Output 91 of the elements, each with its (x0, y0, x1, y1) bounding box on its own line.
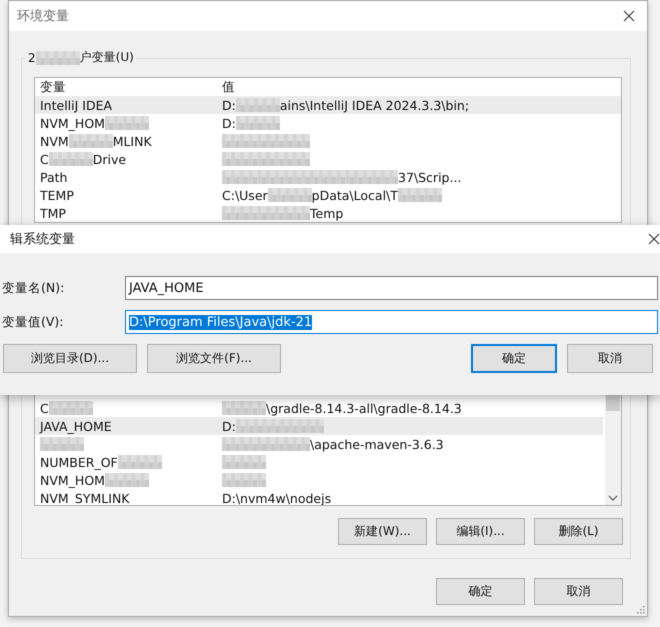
table-cell: D: (222, 116, 236, 130)
button[interactable]: 取消 (534, 578, 623, 605)
dialog-title: 辑系统变量 (10, 231, 75, 248)
pixelated-patch (266, 134, 310, 148)
pixelated-patch (118, 455, 162, 469)
resize-grip-icon[interactable] (637, 606, 645, 614)
table-row[interactable]: NVM_HOM D: (35, 114, 621, 132)
group-title: 户变量(U) (80, 49, 134, 66)
group-title: 2 (28, 50, 36, 64)
button[interactable]: 确定 (471, 344, 557, 373)
button[interactable]: 编辑(I)... (436, 518, 525, 545)
pixelated-patch (236, 116, 280, 130)
pixelated-patch (40, 437, 84, 451)
table-cell: pData\Local\T (312, 188, 398, 202)
table-row[interactable]: Path 37\Scrip... (35, 168, 621, 186)
table-cell: MLINK (112, 134, 152, 148)
table-cell: C (40, 400, 49, 416)
table-row[interactable]: JAVA_HOME D: (35, 417, 603, 435)
pixelated-patch (68, 134, 113, 148)
field-label: 变量值(V): (2, 314, 65, 330)
table-cell: NVM_HOM (40, 472, 105, 488)
window-title: 环境变量 (17, 8, 69, 25)
pixelated-patch (266, 170, 310, 184)
pixelated-patch (280, 419, 324, 433)
pixelated-patch (36, 50, 80, 64)
pixelated-patch (222, 401, 266, 415)
table-cell: D:\nvm4w\nodejs (222, 490, 332, 505)
table-row[interactable]: TEMP C:\User pData\Local\T (35, 186, 621, 204)
table-cell: Drive (92, 152, 126, 166)
table-cell: C (40, 152, 49, 166)
button[interactable]: 删除(L) (534, 518, 623, 545)
table-cell: Temp (310, 206, 344, 220)
pixelated-patch (310, 170, 354, 184)
column-header[interactable]: 值 (222, 78, 235, 96)
button[interactable]: 确定 (436, 578, 525, 605)
button[interactable]: 浏览文件(F)... (147, 344, 281, 373)
pixelated-patch (266, 437, 310, 451)
table-cell: \gradle-8.14.3-all\gradle-8.14.3 (266, 400, 462, 416)
table-cell: C:\User (222, 188, 268, 202)
table-row[interactable]: NUMBER_OF (35, 453, 603, 471)
pixelated-patch (222, 134, 266, 148)
table-cell: NVM_SYMLINK (40, 490, 130, 505)
pixelated-patch (222, 170, 266, 184)
table-row[interactable]: NVM_SYMLINK D:\nvm4w\nodejs (35, 489, 603, 505)
field-label: 变量名(N): (2, 280, 66, 296)
table-row[interactable]: TMP Temp (35, 204, 621, 222)
table-row[interactable]: IntelliJ IDEA D: ains\IntelliJ IDEA 2024.3.3\bin; (35, 96, 621, 114)
table-cell: Path (40, 170, 68, 184)
table-cell: NUMBER_OF (40, 454, 118, 470)
pixelated-patch (236, 98, 280, 112)
table-row[interactable]: \apache-maven-3.6.3 (35, 435, 603, 453)
pixelated-patch (268, 188, 312, 202)
pixelated-patch (48, 401, 93, 415)
pixelated-patch (222, 152, 266, 166)
button[interactable]: 取消 (567, 344, 653, 373)
table-cell: D: (222, 98, 236, 112)
table-cell: IntelliJ IDEA (40, 98, 112, 112)
pixelated-patch (222, 206, 266, 220)
table-cell: D: (222, 418, 236, 434)
pixelated-patch (48, 152, 93, 166)
pixelated-patch (266, 206, 310, 220)
table-row[interactable]: NVM MLINK (35, 132, 621, 150)
input-field[interactable]: JAVA_HOME (125, 276, 658, 300)
pixelated-patch (222, 455, 266, 469)
pixelated-patch (104, 116, 149, 130)
input-field[interactable]: D:\Program Files\Java\jdk-21 (125, 310, 658, 334)
pixelated-patch (398, 188, 442, 202)
button[interactable]: 新建(W)... (338, 518, 427, 545)
pixelated-patch (266, 152, 310, 166)
table-row[interactable]: NVM_HOM (35, 471, 603, 489)
table-cell: 37\Scrip... (398, 170, 462, 184)
pixelated-patch (236, 419, 280, 433)
close-icon[interactable] (648, 233, 660, 245)
table-cell: JAVA_HOME (40, 418, 112, 434)
pixelated-patch (222, 437, 266, 451)
pixelated-patch (222, 473, 266, 487)
table-cell: \apache-maven-3.6.3 (310, 436, 444, 452)
table-cell: NVM_HOM (40, 116, 105, 130)
pixelated-patch (104, 473, 149, 487)
table-row[interactable]: C Drive (35, 150, 621, 168)
table-row[interactable]: C \gradle-8.14.3-all\gradle-8.14.3 (35, 399, 603, 417)
close-icon[interactable] (623, 10, 635, 22)
pixelated-patch (354, 170, 398, 184)
button[interactable]: 浏览目录(D)... (3, 344, 137, 373)
table-cell: TEMP (40, 188, 74, 202)
table-cell: TMP (40, 206, 66, 220)
column-header[interactable]: 变量 (40, 78, 66, 96)
table-cell: NVM (40, 134, 69, 148)
table-cell: ains\IntelliJ IDEA 2024.3.3\bin; (280, 98, 470, 112)
scrollbar[interactable] (605, 395, 621, 505)
scroll-thumb[interactable] (606, 395, 620, 411)
